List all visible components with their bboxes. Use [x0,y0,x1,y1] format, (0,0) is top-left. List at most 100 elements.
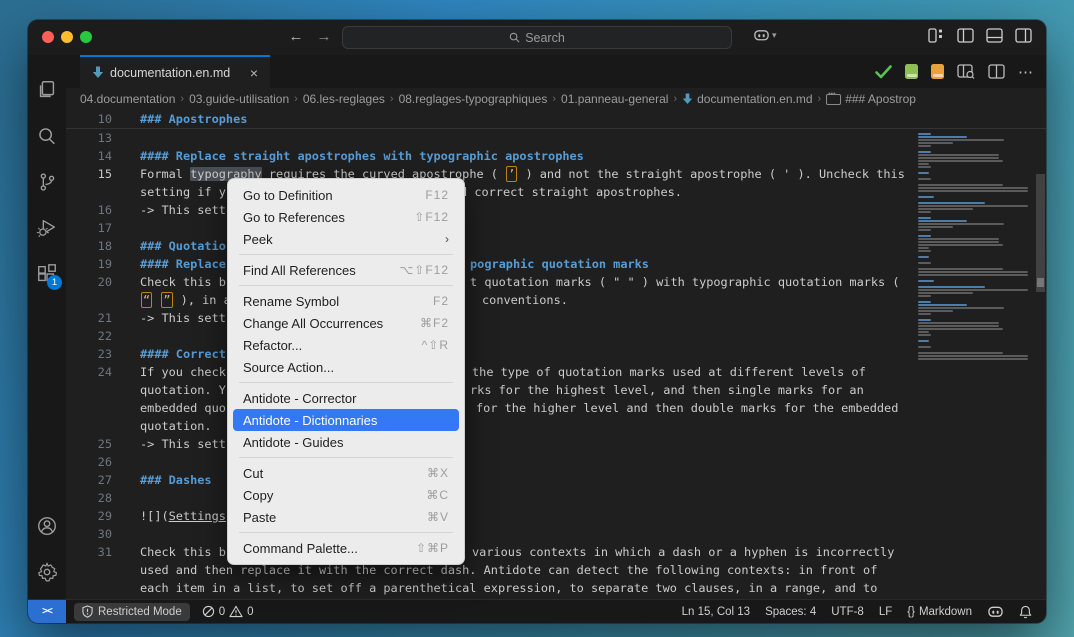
minimap-line [918,319,931,321]
minimap[interactable] [918,112,1030,364]
scrollbar-thumb[interactable] [1036,174,1045,292]
menu-item-find-all-references[interactable]: Find All References⌥⇧F12 [233,259,459,281]
menu-item-antidote-dictionnaries[interactable]: Antidote - Dictionnaries [233,409,459,431]
menu-item-peek[interactable]: Peek› [233,228,459,250]
search-icon [509,32,520,43]
language-mode[interactable]: {}Markdown [907,606,972,618]
tab-documentation-en-md[interactable]: documentation.en.md × [80,55,270,88]
breadcrumb-item[interactable]: 01.panneau-general [561,92,668,106]
sidebar-item-explorer[interactable] [28,67,66,113]
history-back-button[interactable]: ← [286,28,306,45]
eol[interactable]: LF [879,606,892,618]
indentation[interactable]: Spaces: 4 [765,606,816,618]
split-editor-icon[interactable] [988,64,1005,79]
history-forward-button[interactable]: → [314,28,334,45]
open-preview-icon[interactable] [957,64,975,79]
menu-item-go-to-references[interactable]: Go to References⇧F12 [233,206,459,228]
menu-item-cut[interactable]: Cut⌘X [233,462,459,484]
menu-item-paste[interactable]: Paste⌘V [233,506,459,528]
check-icon[interactable] [875,65,892,79]
sidebar-item-run-debug[interactable] [28,205,66,251]
toggle-secondary-sidebar-icon[interactable] [1015,28,1032,43]
line-number: 21 [66,309,112,327]
editor-row: quotation. Yrks for the highest level, a… [66,381,1046,399]
bell-icon[interactable] [1019,605,1032,619]
editor-scrollbar[interactable] [1035,110,1046,599]
tab-bar: documentation.en.md × ⋯ [66,55,1046,88]
editor-row: 25-> This sett [66,435,1046,453]
minimap-line [918,151,931,153]
menu-item-rename-symbol[interactable]: Rename SymbolF2 [233,290,459,312]
errors-count: 0 [219,606,225,618]
chevron-down-icon: ▾ [772,30,777,41]
editor-pane[interactable]: 1314#### Replace straight apostrophes wi… [66,110,1046,599]
copilot-menu-button[interactable]: ▾ [753,28,777,43]
more-actions-icon[interactable]: ⋯ [1018,63,1034,81]
zoom-window-button[interactable] [80,31,92,43]
problems-indicator[interactable]: 0 0 [202,605,254,618]
code-text: various contexts in which a dash or a hy… [472,545,894,559]
code-text: quotation. [140,419,212,433]
code-text: -> This sett [140,203,226,217]
editor-row: 16-> This sett [66,201,1046,219]
encoding[interactable]: UTF-8 [831,606,864,618]
breadcrumb-item[interactable]: documentation.en.md [682,92,812,106]
menu-item-copy[interactable]: Copy⌘C [233,484,459,506]
menu-item-antidote-guides[interactable]: Antidote - Guides [233,431,459,453]
accounts-button[interactable] [28,503,66,549]
code-text [153,293,160,307]
menu-item-source-action[interactable]: Source Action... [233,356,459,378]
minimap-line [918,223,1004,225]
menu-item-refactor[interactable]: Refactor...^⇧R [233,334,459,356]
customize-layout-icon[interactable] [928,28,945,43]
status-bar: >< Restricted Mode 0 0 Ln 15, Col 13 Spa… [28,599,1046,623]
unicode-highlight-char: “ [141,292,152,308]
breadcrumb-item[interactable]: 06.les-reglages [303,92,385,106]
editor-row: 23#### Correct [66,345,1046,363]
toggle-panel-icon[interactable] [986,28,1003,43]
menu-item-label: Copy [243,488,426,503]
menu-item-shortcut: F2 [433,294,449,308]
close-window-button[interactable] [42,31,54,43]
line-text: embedded quo [140,399,226,417]
menu-item-antidote-corrector[interactable]: Antidote - Corrector [233,387,459,409]
command-center-search[interactable]: Search [342,26,732,49]
editor-row: quotation. [66,417,1046,435]
editor-row: setting if yd correct straight apostroph… [66,183,1046,201]
copilot-status-icon[interactable] [987,605,1004,619]
sidebar-item-extensions[interactable]: 1 [28,251,66,297]
menu-item-change-all-occurrences[interactable]: Change All Occurrences⌘F2 [233,312,459,334]
cursor-position[interactable]: Ln 15, Col 13 [682,606,750,618]
sidebar-item-source-control[interactable] [28,159,66,205]
minimap-line [918,358,1028,360]
menu-item-go-to-definition[interactable]: Go to DefinitionF12 [233,184,459,206]
menu-item-label: Source Action... [243,360,449,375]
remote-indicator[interactable]: >< [28,600,66,624]
heading-text: #### Replace [140,257,226,271]
minimap-line [918,271,1028,273]
antidote-dictionary-book-icon[interactable] [931,64,944,79]
breadcrumb-item[interactable]: ### Apostrop [826,92,916,106]
settings-button[interactable] [28,549,66,595]
menu-item-command-palette[interactable]: Command Palette...⇧⌘P [233,537,459,559]
shield-icon [82,605,93,618]
line-number: 28 [66,489,112,507]
line-text: -> This sett [140,309,226,327]
tab-close-icon[interactable]: × [246,65,262,81]
sidebar-item-search[interactable] [28,113,66,159]
menu-item-label: Antidote - Guides [243,435,449,450]
minimap-line [918,226,953,228]
code-text: embedded quo [140,401,226,415]
minimap-line [918,139,1004,141]
code-text: each item in a list, to set off a parent… [140,581,877,595]
antidote-guides-book-icon[interactable] [905,64,918,79]
breadcrumb-item[interactable]: 08.reglages-typographiques [399,92,548,106]
breadcrumb-item[interactable]: 03.guide-utilisation [189,92,289,106]
restricted-mode-chip[interactable]: Restricted Mode [74,603,190,621]
breadcrumb-item[interactable]: 04.documentation [80,92,175,106]
gear-icon [36,561,58,583]
minimize-window-button[interactable] [61,31,73,43]
minimap-line [918,334,931,336]
minimap-line [918,142,953,144]
toggle-primary-sidebar-icon[interactable] [957,28,974,43]
